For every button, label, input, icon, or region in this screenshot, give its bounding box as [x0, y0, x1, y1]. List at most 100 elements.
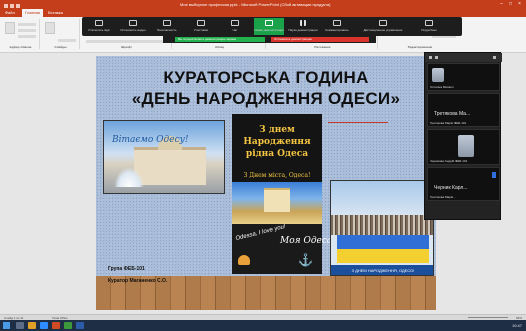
stop-video-button[interactable]: Остановить видео	[118, 18, 148, 35]
copy-button[interactable]	[18, 29, 36, 32]
slide-title-line1: КУРАТОРСЬКА ГОДИНА	[163, 68, 369, 87]
security-button[interactable]: Безопасность	[152, 18, 182, 35]
redo-icon[interactable]	[16, 4, 20, 8]
more-button[interactable]: Подробнее	[414, 18, 444, 35]
new-slide-button[interactable]	[45, 22, 55, 34]
collapse-icon[interactable]	[493, 56, 496, 59]
slide-canvas[interactable]: КУРАТОРСЬКА ГОДИНА «ДЕНЬ НАРОДЖЕННЯ ОДЕС…	[96, 56, 436, 310]
share-status-strip: Вы осуществляете демонстрацию экрана Ост…	[163, 36, 376, 43]
my-odessa-text: Моя Одеса	[280, 236, 333, 246]
odessa-theatre-photo: Вітаємо Одесу!	[103, 120, 225, 194]
close-icon[interactable]: ×	[515, 0, 524, 9]
participant-photo	[432, 68, 444, 82]
new-share-button[interactable]: Новая демонстрация	[254, 18, 284, 35]
pause-icon	[300, 20, 306, 26]
mute-button[interactable]: Отключить звук	[84, 18, 114, 35]
window-title: Мое выборное профессия.pptx - Microsoft …	[180, 2, 331, 7]
chat-button[interactable]: Чат	[220, 18, 250, 35]
tab-file[interactable]: Файл	[2, 9, 18, 17]
ribbon-group-label: Слайды	[54, 45, 67, 49]
shield-icon	[163, 20, 171, 26]
cut-button[interactable]	[18, 23, 36, 26]
people-icon	[197, 20, 205, 26]
theatre-building	[134, 136, 206, 185]
group-label: Група ФЕБ-101	[108, 266, 145, 272]
annotate-button[interactable]: Комментировать	[322, 18, 352, 35]
grid-view-icon[interactable]	[429, 56, 432, 59]
folder-icon[interactable]	[28, 322, 36, 329]
mouse-icon	[379, 20, 387, 26]
fountain	[114, 167, 144, 187]
participant-photo	[458, 135, 474, 157]
ribbon-group-label: Шрифт	[121, 45, 132, 49]
panel-header	[425, 53, 502, 62]
quick-access-toolbar[interactable]	[4, 2, 28, 8]
ribbon-group-label: Редактирование	[407, 45, 433, 49]
layout-button[interactable]	[58, 39, 76, 42]
zoom-participants-panel: Остапюк Михаил Третякова Ма... Третякова…	[424, 52, 502, 220]
participants-button[interactable]: Участники	[186, 18, 216, 35]
browser-icon[interactable]	[64, 322, 72, 329]
participant-tile[interactable]: Остапюк Михаил	[427, 63, 500, 91]
share-screen-icon	[265, 20, 273, 26]
tab-home[interactable]: Главная	[22, 9, 44, 17]
screen: Мое выборное профессия.pptx - Microsoft …	[0, 0, 526, 331]
zoom-meeting-toolbar: Отключить звук Остановить видео Безопасн…	[82, 17, 462, 36]
tab-insert[interactable]: Вставка	[45, 9, 66, 17]
word-icon[interactable]	[76, 322, 84, 329]
speaker-view-icon[interactable]	[435, 56, 438, 59]
pen-icon	[333, 20, 341, 26]
font-formatting-row[interactable]	[86, 40, 166, 43]
taskbar: 10:47	[0, 320, 526, 331]
participant-tile[interactable]: Третякова Ма... Третякова Марія ФЕБ-101	[427, 93, 500, 127]
flag-yellow-stripe	[337, 249, 429, 263]
celebration-photo: З ДНЕМ НАРОДЖЕННЯ, ОДЕСО!	[330, 180, 434, 276]
title-bar: Мое выборное профессия.pptx - Microsoft …	[0, 0, 526, 9]
love-odessa-text: Odessa, I love you!	[235, 223, 287, 243]
slide-title-line2: «ДЕНЬ НАРОДЖЕННЯ ОДЕСИ»	[131, 89, 401, 108]
camera-icon	[129, 20, 137, 26]
stop-share-button[interactable]: Остановить демонстрацию	[271, 37, 369, 42]
celebration-caption: З ДНЕМ НАРОДЖЕННЯ, ОДЕСО!	[331, 265, 433, 275]
microphone-icon	[95, 20, 103, 26]
zoom-slider[interactable]	[468, 317, 508, 318]
heart-icon	[238, 255, 250, 265]
greeting-card: З днем Народження рідна Одеса З Днем міс…	[232, 114, 322, 224]
minimize-icon[interactable]: –	[497, 0, 506, 9]
explorer-icon[interactable]	[16, 322, 24, 329]
greeting-card-text: З днем Народження рідна Одеса	[243, 125, 311, 159]
chat-icon	[231, 20, 239, 26]
city-photo	[232, 182, 322, 224]
system-clock: 10:47	[511, 323, 522, 328]
greeting-card-subtext: З Днем міста, Одеса!	[243, 172, 311, 179]
pause-share-button[interactable]: Пауза демонстрации	[288, 18, 318, 35]
crowd	[331, 215, 433, 235]
save-icon[interactable]	[4, 4, 8, 8]
windows-start-icon[interactable]	[3, 322, 10, 329]
remote-control-button[interactable]: Дистанционное управление	[358, 18, 408, 35]
curator-label: Куратор Маганенко С.О.	[108, 278, 168, 284]
photo-caption: Вітаємо Одесу!	[112, 135, 189, 145]
sharing-notice: Вы осуществляете демонстрацию экрана	[175, 37, 265, 42]
format-painter-button[interactable]	[18, 35, 36, 38]
flag-blue-stripe	[337, 235, 429, 249]
microphone-icon	[492, 172, 496, 178]
red-underline	[328, 122, 388, 123]
maximize-icon[interactable]: □	[506, 0, 515, 9]
ribbon-group-label: Рисование	[314, 45, 331, 49]
more-icon	[425, 20, 433, 26]
powerpoint-icon[interactable]	[52, 322, 60, 329]
undo-icon[interactable]	[10, 4, 14, 8]
anchor-icon: ⚓	[298, 253, 313, 267]
ribbon-group-clipboard: Буфер обмена	[2, 19, 40, 49]
ribbon-group-label: Абзац	[215, 45, 224, 49]
window-controls: – □ ×	[497, 0, 524, 9]
zoom-app-icon[interactable]	[40, 322, 48, 329]
ribbon-group-slides: Слайды	[42, 19, 80, 49]
ribbon-group-label: Буфер обмена	[9, 45, 32, 49]
participant-tile[interactable]: Чернікова Андрій ФЕБ-101	[427, 129, 500, 165]
paste-button[interactable]	[5, 22, 15, 34]
ribbon-tabs: Файл Главная Вставка	[0, 9, 526, 17]
participant-tile[interactable]: Черник Карл... Третякова Марія...	[427, 167, 500, 201]
love-odessa-card: Odessa, I love you! Моя Одеса ⚓	[232, 223, 332, 274]
